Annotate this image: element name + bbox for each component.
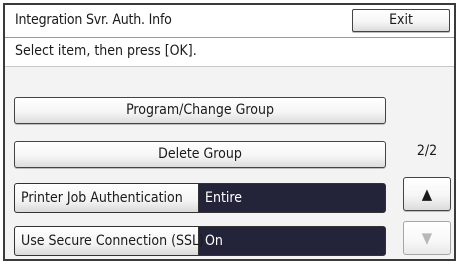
- header-bar: Integration Svr. Auth. Info Exit: [5, 5, 454, 38]
- delete-group-button[interactable]: Delete Group: [14, 141, 386, 168]
- instruction-text: Select item, then press [OK].: [15, 43, 197, 59]
- printer-job-authentication-value: Entire: [205, 190, 242, 206]
- triangle-up-icon: ▲: [421, 185, 433, 203]
- scroll-up-button[interactable]: ▲: [403, 177, 451, 211]
- use-secure-connection-setting[interactable]: Use Secure Connection (SSL) On: [14, 226, 386, 256]
- instruction-bar: Select item, then press [OK].: [5, 38, 454, 67]
- printer-job-authentication-setting[interactable]: Printer Job Authentication Entire: [14, 183, 386, 213]
- page-indicator: 2/2: [416, 143, 438, 159]
- printer-job-authentication-label: Printer Job Authentication: [15, 184, 199, 212]
- program-change-group-button[interactable]: Program/Change Group: [14, 97, 386, 124]
- exit-button[interactable]: Exit: [352, 9, 450, 32]
- page-title: Integration Svr. Auth. Info: [15, 12, 172, 28]
- scroll-down-button[interactable]: ▼: [403, 221, 451, 255]
- triangle-down-icon: ▼: [421, 229, 433, 247]
- use-secure-connection-value: On: [205, 233, 223, 249]
- use-secure-connection-label: Use Secure Connection (SSL): [15, 227, 204, 255]
- auth-info-panel: Integration Svr. Auth. Info Exit Select …: [3, 3, 456, 261]
